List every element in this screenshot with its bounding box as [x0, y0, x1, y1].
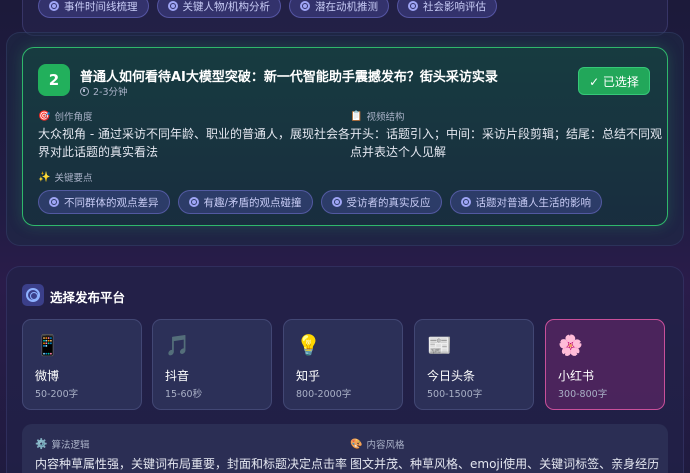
keypoint-tag: 有趣/矛盾的观点碰撞 [177, 190, 313, 214]
gear-icon: ⚙️ [35, 438, 48, 450]
target-icon [49, 1, 59, 11]
platform-name: 微博 [35, 369, 60, 383]
option-duration: 2-3分钟 [80, 84, 128, 98]
style-text: 图文并茂、种草风格、emoji使用、关键词标签、亲身经历 [350, 457, 660, 471]
keypoints-heading: ✨ 关键要点 [38, 171, 93, 185]
platform-name: 知乎 [296, 369, 321, 383]
palette-icon: 🎨 [350, 438, 363, 450]
newspaper-icon: 📰 [427, 333, 452, 357]
keypoint-tags: 不同群体的观点差异 有趣/矛盾的观点碰撞 受访者的真实反应 话题对普通人生活的影… [38, 190, 603, 214]
target-icon [460, 197, 471, 207]
target-icon [331, 197, 342, 207]
structure-text: 开头：话题引入；中间：采访片段剪辑；结尾：总结不同观 点并表达个人见解 [350, 127, 663, 159]
option-title: 普通人如何看待AI大模型突破：新一代智能助手震撼发布？街头采访实录 [80, 70, 498, 85]
platform-range: 15-60秒 [165, 389, 203, 400]
platform-range: 50-200字 [35, 389, 79, 400]
target-icon [300, 1, 311, 11]
platform-section-title: 选择发布平台 [50, 290, 126, 305]
structure-heading: 📋 视频结构 [350, 110, 405, 124]
lightbulb-icon: 💡 [296, 333, 321, 357]
keypoint-tag: 事件时间线梳理 [38, 0, 149, 18]
platform-range: 500-1500字 [427, 389, 483, 400]
clock-icon [80, 86, 89, 96]
target-icon: 🎯 [38, 110, 51, 122]
platform-card-toutiao[interactable]: 📰 今日头条 500-1500字 [414, 319, 534, 410]
platform-range: 800-2000字 [296, 389, 352, 400]
keypoint-tag: 不同群体的观点差异 [38, 190, 170, 214]
target-icon [49, 197, 59, 207]
platform-name: 抖音 [165, 369, 190, 383]
keypoint-tag: 话题对普通人生活的影响 [449, 190, 603, 214]
clipboard-icon: 📋 [350, 110, 363, 122]
previous-keypoint-tags: 事件时间线梳理 关键人物/机构分析 潜在动机推测 社会影响评估 [38, 0, 498, 18]
sparkles-icon: ✨ [38, 171, 51, 183]
target-icon [408, 1, 419, 11]
keypoint-tag: 潜在动机推测 [289, 0, 390, 18]
keypoint-tag: 受访者的真实反应 [320, 190, 442, 214]
target-icon [22, 284, 44, 306]
platform-name: 今日头条 [427, 369, 476, 383]
platform-card-xiaohongshu[interactable]: 🌸 小红书 300-800字 [545, 319, 665, 410]
platform-card-douyin[interactable]: 🎵 抖音 15-60秒 [152, 319, 272, 410]
target-icon [188, 197, 199, 207]
phone-icon: 📱 [35, 333, 60, 357]
keypoint-tag: 关键人物/机构分析 [156, 0, 282, 18]
blossom-icon: 🌸 [558, 333, 583, 357]
algo-text: 内容种草属性强，关键词布局重要，封面和标题决定点击率 [35, 457, 348, 471]
keypoint-tag: 社会影响评估 [397, 0, 498, 18]
algo-heading: ⚙️ 算法逻辑 [35, 438, 90, 452]
option-number-badge: 2 [38, 64, 70, 96]
target-icon [167, 1, 178, 11]
platform-range: 300-800字 [558, 389, 608, 400]
angle-text: 大众视角 - 通过采访不同年龄、职业的普通人，展现社会各 界对此话题的真实看法 [38, 127, 350, 159]
platform-name: 小红书 [558, 369, 595, 383]
selected-button[interactable]: ✓ 已选择 [578, 67, 650, 95]
music-note-icon: 🎵 [165, 333, 190, 357]
style-heading: 🎨 内容风格 [350, 438, 405, 452]
platform-card-zhihu[interactable]: 💡 知乎 800-2000字 [283, 319, 403, 410]
platform-card-weibo[interactable]: 📱 微博 50-200字 [22, 319, 142, 410]
angle-heading: 🎯 创作角度 [38, 110, 93, 124]
